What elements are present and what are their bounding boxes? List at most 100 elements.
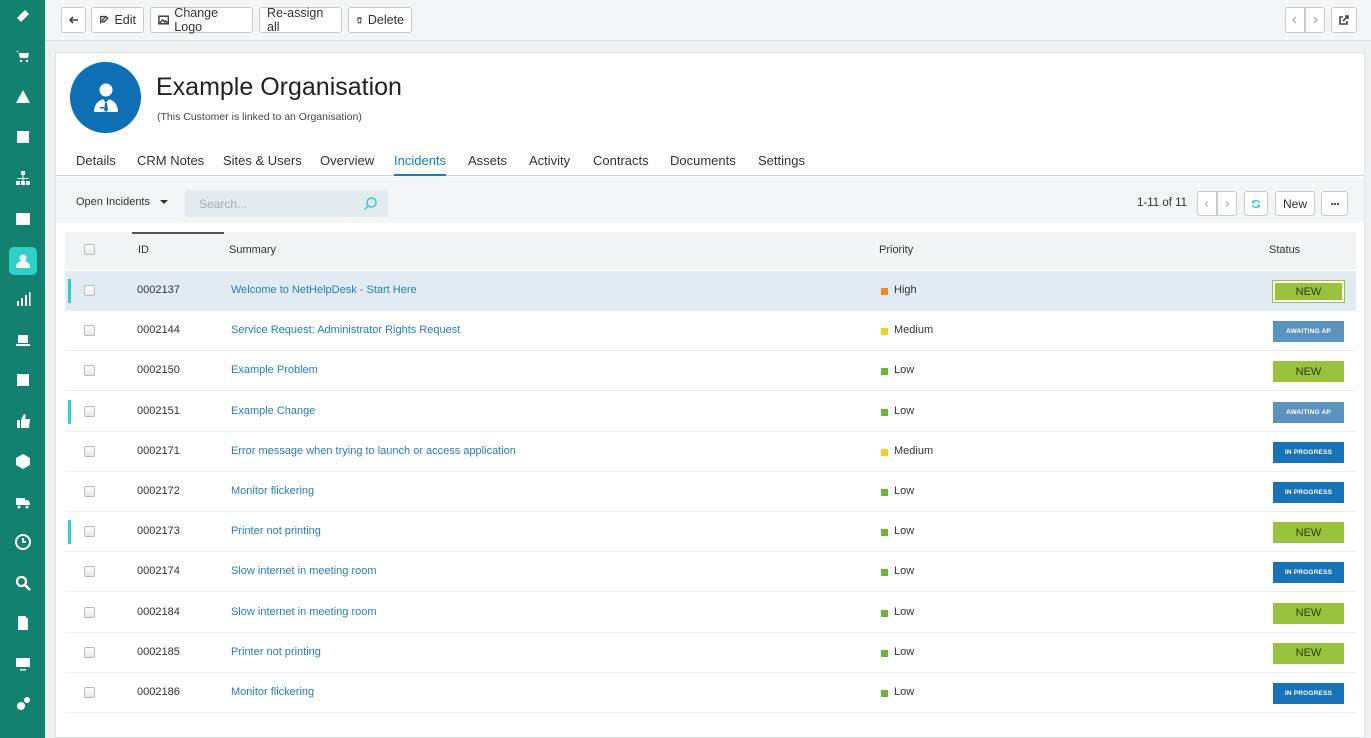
column-header-priority[interactable]: Priority <box>879 244 913 256</box>
organisation-avatar[interactable] <box>70 62 141 133</box>
sidebar-item-warning[interactable] <box>0 79 45 119</box>
incident-filter-value: Open Incidents <box>76 196 150 208</box>
change-logo-button[interactable]: Change Logo <box>150 6 253 34</box>
row-checkbox[interactable] <box>84 566 95 578</box>
incident-summary-link[interactable]: Printer not printing <box>231 525 321 537</box>
next-record-button[interactable] <box>1305 7 1325 33</box>
sidebar-item-truck[interactable] <box>0 484 45 524</box>
incident-summary-link[interactable]: Printer not printing <box>231 646 321 658</box>
row-checkbox[interactable] <box>84 405 95 417</box>
select-all-checkbox[interactable] <box>84 244 95 255</box>
row-checkbox[interactable] <box>84 486 95 497</box>
tab-contracts[interactable]: Contracts <box>593 153 649 176</box>
org-chart-icon <box>15 170 31 191</box>
row-checkbox[interactable] <box>84 325 95 337</box>
status-badge: IN PROGRESS <box>1273 683 1344 704</box>
row-checkbox[interactable] <box>84 646 95 658</box>
tab-settings[interactable]: Settings <box>758 153 805 176</box>
sidebar-item-analytics[interactable] <box>0 282 45 322</box>
incident-summary-link[interactable]: Monitor flickering <box>231 485 314 497</box>
sidebar-item-customer[interactable] <box>0 241 45 281</box>
sidebar-item-package[interactable] <box>0 444 45 484</box>
incident-id: 0002172 <box>137 485 180 497</box>
table-row[interactable]: 0002173 Printer not printing Low NEW <box>65 512 1356 553</box>
sidebar-item-notes[interactable] <box>0 363 45 403</box>
sidebar-item-ticket[interactable] <box>0 0 45 38</box>
sidebar-item-edit[interactable] <box>0 120 45 160</box>
row-checkbox[interactable] <box>84 687 95 698</box>
package-icon <box>15 453 31 474</box>
tab-crm-notes[interactable]: CRM Notes <box>137 153 204 176</box>
incident-summary-link[interactable]: Service Request: Administrator Rights Re… <box>231 324 460 336</box>
popout-button[interactable] <box>1331 7 1357 33</box>
tab-documents[interactable]: Documents <box>670 153 736 176</box>
incident-filter-dropdown[interactable]: Open Incidents <box>76 196 168 208</box>
edit-button[interactable]: Edit <box>91 7 144 33</box>
status-badge: IN PROGRESS <box>1273 482 1344 503</box>
reassign-all-button[interactable]: Re-assign all <box>259 6 342 34</box>
table-row[interactable]: 0002171 Error message when trying to laun… <box>65 431 1356 472</box>
previous-page-button[interactable] <box>1197 191 1217 216</box>
sidebar-item-monitor[interactable] <box>0 646 45 686</box>
priority-indicator <box>881 649 888 657</box>
table-row[interactable]: 0002144 Service Request: Administrator Ri… <box>65 311 1356 352</box>
table-row[interactable]: 0002174 Slow internet in meeting room Low I… <box>65 552 1356 593</box>
document-icon <box>15 615 31 636</box>
tab-overview[interactable]: Overview <box>320 153 374 176</box>
incident-summary-link[interactable]: Monitor flickering <box>231 686 314 698</box>
search-icon[interactable] <box>363 196 378 211</box>
table-row[interactable]: 0002151 Example Change Low AWAITING AP <box>65 391 1356 432</box>
row-checkbox[interactable] <box>84 365 95 377</box>
table-row[interactable]: 0002186 Monitor flickering Low IN PROGRESS <box>65 673 1356 713</box>
sidebar-item-laptop[interactable] <box>0 322 45 362</box>
incident-summary-link[interactable]: Welcome to NetHelpDesk - Start Here <box>231 284 417 296</box>
table-row[interactable]: 0002137 Welcome to NetHelpDesk - Start He… <box>65 271 1356 311</box>
column-header-summary[interactable]: Summary <box>229 244 276 256</box>
column-header-id[interactable]: ID <box>138 244 149 256</box>
delete-button[interactable]: Delete <box>348 7 412 33</box>
column-header-status[interactable]: Status <box>1269 244 1300 256</box>
trash-icon <box>357 17 362 24</box>
incident-summary-link[interactable]: Example Change <box>231 405 315 417</box>
tab-assets[interactable]: Assets <box>468 153 507 176</box>
table-row[interactable]: 0002150 Example Problem Low NEW <box>65 351 1356 392</box>
next-page-button[interactable] <box>1217 191 1237 216</box>
incident-summary-link[interactable]: Slow internet in meeting room <box>231 606 377 618</box>
status-badge: NEW <box>1273 602 1344 624</box>
refresh-button[interactable] <box>1244 191 1268 216</box>
tab-sites-users[interactable]: Sites & Users <box>223 153 302 176</box>
sidebar-item-calendar[interactable] <box>0 201 45 241</box>
sidebar-item-thumbs-up[interactable] <box>0 403 45 443</box>
sidebar-item-document[interactable] <box>0 606 45 646</box>
incident-summary-link[interactable]: Slow internet in meeting room <box>231 565 377 577</box>
row-checkbox[interactable] <box>84 606 95 618</box>
table-row[interactable]: 0002185 Printer not printing Low NEW <box>65 632 1356 673</box>
chevron-left-icon <box>1204 200 1209 207</box>
priority-indicator <box>881 408 888 416</box>
tab-activity[interactable]: Activity <box>529 153 570 176</box>
sidebar-item-clock[interactable] <box>0 525 45 565</box>
new-incident-button[interactable]: New <box>1275 191 1315 216</box>
incident-id: 0002144 <box>137 324 180 337</box>
back-button[interactable] <box>61 7 86 33</box>
search-input[interactable] <box>185 190 345 217</box>
row-checkbox[interactable] <box>84 526 95 538</box>
sidebar-item-search[interactable] <box>0 565 45 605</box>
previous-record-button[interactable] <box>1285 7 1305 33</box>
tab-details[interactable]: Details <box>76 153 116 176</box>
incident-summary-link[interactable]: Example Problem <box>231 364 318 376</box>
arrow-left-icon <box>68 16 78 24</box>
incident-summary-link[interactable]: Error message when trying to launch or a… <box>231 445 516 457</box>
priority-indicator <box>881 448 888 456</box>
sidebar-item-settings[interactable] <box>0 687 45 727</box>
table-row[interactable]: 0002172 Monitor flickering Low IN PROGRESS <box>65 472 1356 512</box>
unread-marker <box>68 520 71 545</box>
row-checkbox[interactable] <box>84 285 95 296</box>
table-row[interactable]: 0002184 Slow internet in meeting room Low N… <box>65 592 1356 633</box>
row-checkbox[interactable] <box>84 445 95 457</box>
sidebar-item-org-chart[interactable] <box>0 160 45 200</box>
tab-incidents[interactable]: Incidents <box>394 153 447 176</box>
sidebar-item-cart[interactable] <box>0 39 45 79</box>
unread-marker <box>68 399 71 424</box>
more-options-button[interactable] <box>1321 191 1348 216</box>
